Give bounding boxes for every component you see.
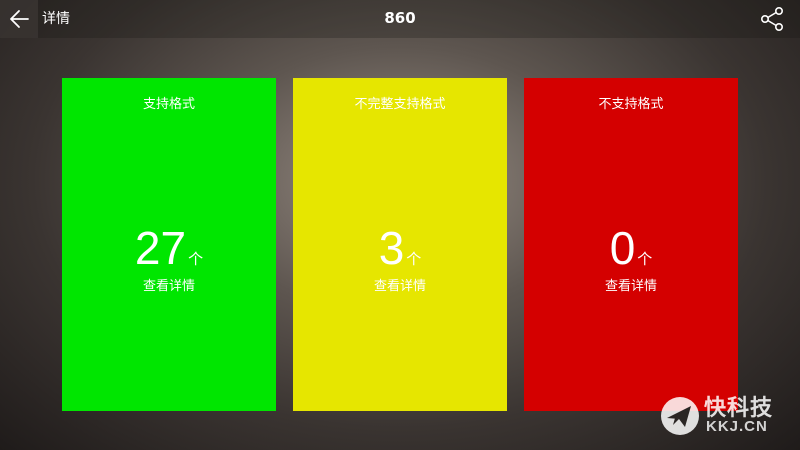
card-label: 不支持格式 <box>598 97 664 112</box>
view-details-link[interactable]: 查看详情 <box>293 278 507 296</box>
view-details-link[interactable]: 查看详情 <box>62 278 276 296</box>
card-label: 支持格式 <box>142 97 195 112</box>
share-button[interactable] <box>756 4 788 34</box>
card-label: 不完整支持格式 <box>354 97 446 112</box>
card-supported-formats[interactable]: 支持格式 27 个 查看详情 <box>62 78 276 411</box>
count-display: 3个 <box>293 220 507 287</box>
share-icon <box>760 6 783 31</box>
count-display: 0个 <box>524 220 738 287</box>
watermark-en: KKJ.CN <box>706 418 768 435</box>
kkj-logo-icon <box>661 397 699 435</box>
card-unsupported-formats[interactable]: 不支持格式 0个 查看详情 <box>524 78 738 411</box>
count-value: 0 <box>609 222 636 274</box>
count-value: 27 <box>134 222 187 274</box>
count-unit: 个 <box>188 250 204 268</box>
count-unit: 个 <box>406 250 422 268</box>
top-bar: 详情 860 <box>0 0 800 38</box>
arrow-left-icon <box>10 10 29 28</box>
view-details-link[interactable]: 查看详情 <box>524 278 738 296</box>
watermark: 快科技 KKJ.CN <box>654 388 794 444</box>
card-partial-formats[interactable]: 不完整支持格式 3个 查看详情 <box>293 78 507 411</box>
count-value: 3 <box>378 222 405 274</box>
count-display: 27 个 <box>62 220 276 287</box>
back-button[interactable] <box>0 0 38 38</box>
page-back-title: 详情 <box>42 11 70 27</box>
count-unit: 个 <box>637 250 653 268</box>
page-title: 860 <box>384 9 416 27</box>
